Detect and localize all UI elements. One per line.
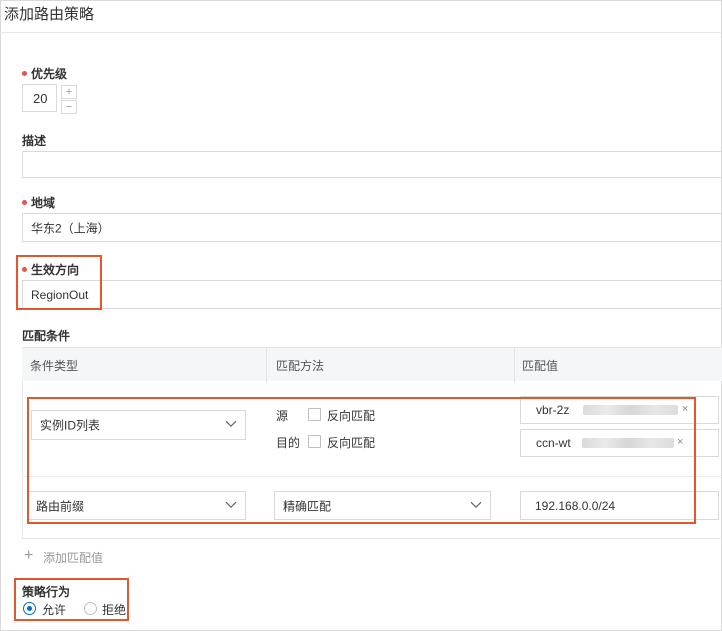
title-divider — [0, 32, 722, 33]
priority-input[interactable]: 20 — [22, 84, 57, 112]
highlight-match-rows — [27, 397, 696, 524]
column-header: 条件类型 — [30, 359, 79, 373]
plus-icon: + — [24, 547, 34, 564]
match-label: 匹配条件 — [22, 329, 71, 343]
increment-button[interactable]: + — [61, 85, 77, 99]
region-label: 地域 — [22, 194, 55, 211]
column-divider — [514, 348, 515, 382]
priority-label: 优先级 — [22, 65, 67, 82]
column-header: 匹配方法 — [276, 359, 325, 373]
add-match-value-link[interactable]: 添加匹配值 — [43, 549, 103, 566]
highlight-action — [14, 578, 129, 621]
column-header: 匹配值 — [522, 359, 559, 373]
region-field: 华东2（上海） — [22, 213, 722, 242]
decrement-button[interactable]: − — [61, 100, 77, 114]
dialog-title: 添加路由策略 — [4, 6, 95, 23]
highlight-direction — [16, 255, 102, 310]
required-dot-icon — [22, 71, 27, 77]
description-label: 描述 — [22, 134, 47, 148]
required-dot-icon — [22, 200, 27, 206]
column-divider — [266, 348, 267, 382]
direction-field: RegionOut — [22, 280, 722, 309]
table-header: 条件类型 匹配方法 匹配值 — [22, 347, 722, 382]
description-input[interactable] — [22, 151, 722, 178]
